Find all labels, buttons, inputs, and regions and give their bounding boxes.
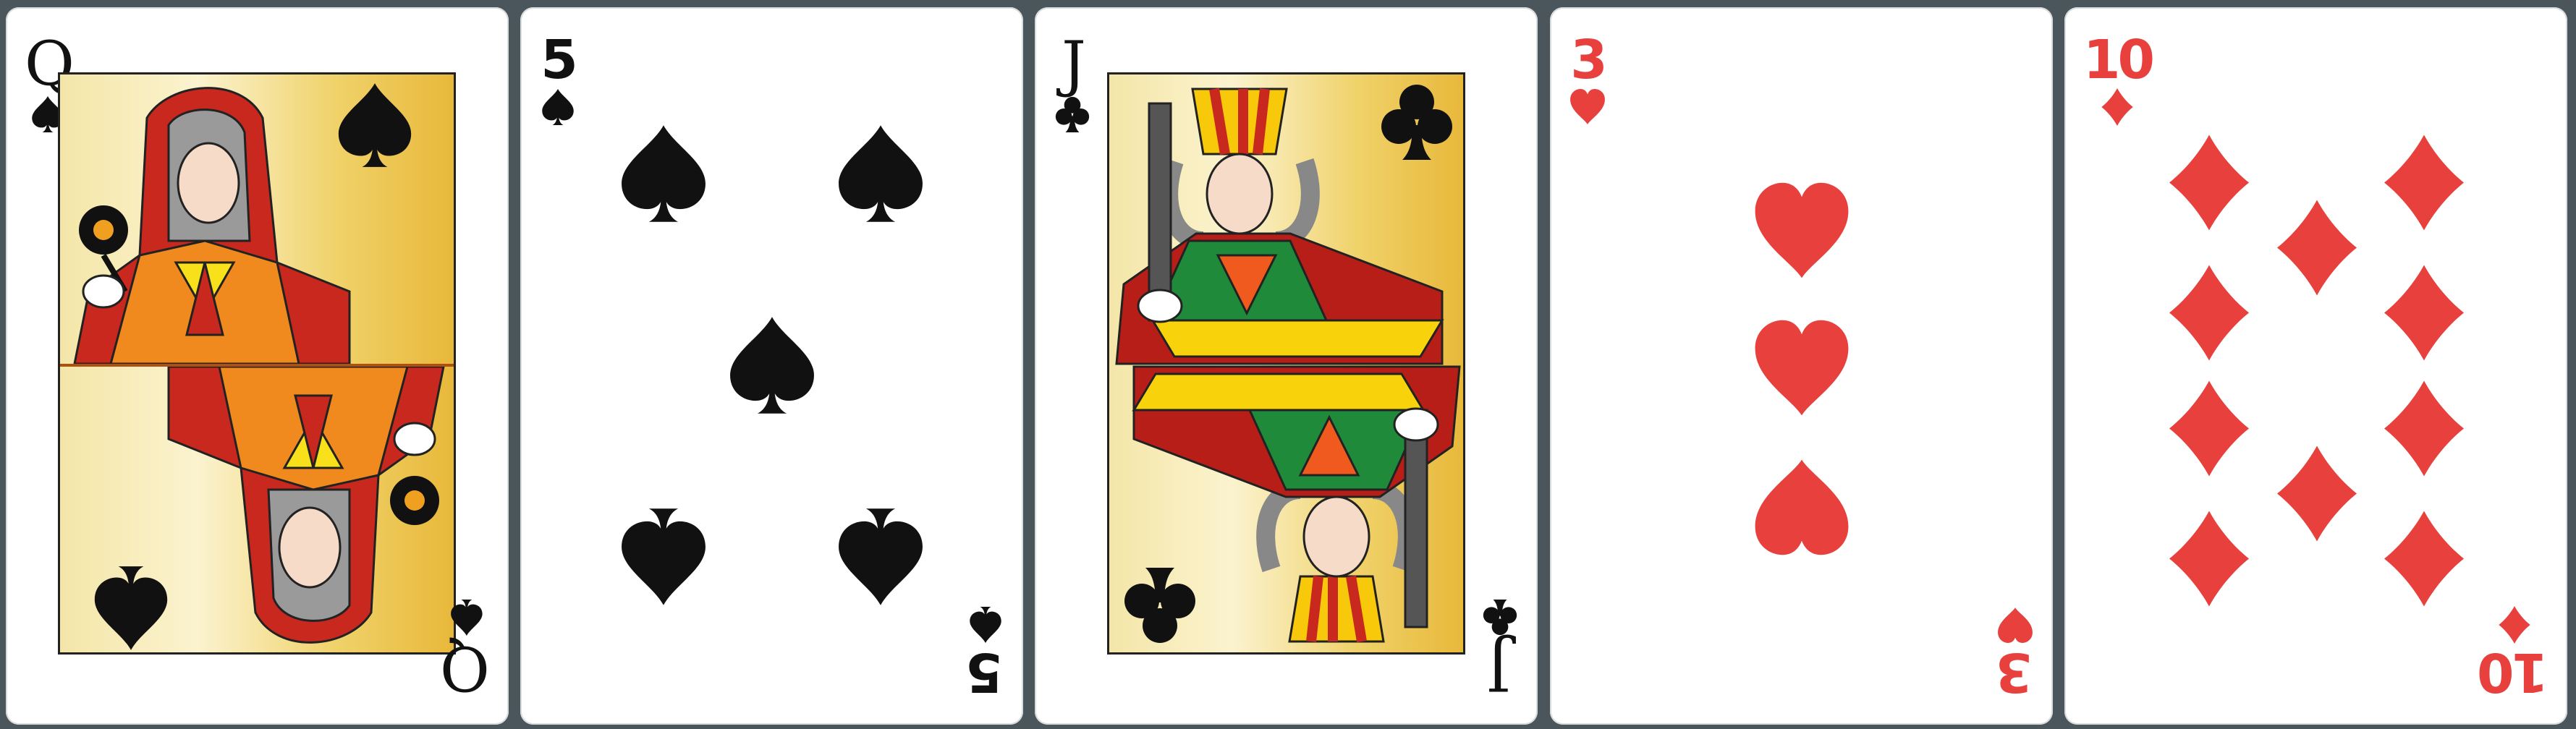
spade-icon xyxy=(726,315,818,416)
queen-figure-image xyxy=(60,74,454,655)
spade-icon xyxy=(339,83,411,167)
diamond-icon xyxy=(2169,264,2249,362)
card-corner-top: 5 xyxy=(539,29,578,126)
card-rank: J xyxy=(1489,633,1511,704)
jack-figure-image xyxy=(1115,74,1461,655)
card-rank: 5 xyxy=(968,641,1003,703)
spade-icon xyxy=(618,123,709,224)
card-corner-top: 10 xyxy=(2083,29,2155,126)
card-rank: J xyxy=(1062,28,1086,99)
card-rank: 3 xyxy=(1998,641,2033,703)
spade-icon xyxy=(835,506,926,608)
diamond-icon xyxy=(2169,510,2249,608)
heart-icon xyxy=(1569,88,1606,126)
club-icon xyxy=(1381,85,1452,160)
heart-icon xyxy=(1751,318,1852,419)
diamond-icon xyxy=(2277,199,2357,297)
diamond-icon xyxy=(2384,134,2464,231)
card-rank: Q xyxy=(443,633,490,704)
diamond-icon xyxy=(2384,510,2464,608)
diamond-icon xyxy=(2384,264,2464,362)
club-icon xyxy=(1054,95,1091,133)
card-jack-of-clubs[interactable]: J J xyxy=(1035,7,1538,725)
club-icon xyxy=(1481,599,1519,636)
card-corner-bottom: 5 xyxy=(967,606,1004,703)
diamond-icon xyxy=(2277,445,2357,542)
card-corner-bottom: Q xyxy=(443,599,490,704)
card-corner-bottom: 3 xyxy=(1996,606,2034,703)
heart-icon xyxy=(1751,456,1852,557)
diamond-icon xyxy=(2169,134,2249,231)
spade-icon xyxy=(618,506,709,608)
spade-icon xyxy=(967,606,1004,644)
queen-court-artwork xyxy=(58,72,456,655)
diamond-icon xyxy=(2496,606,2533,644)
diamond-icon xyxy=(2098,88,2136,126)
card-rank: 5 xyxy=(541,29,577,91)
heart-icon xyxy=(1996,606,2034,644)
spade-icon xyxy=(448,599,486,636)
card-queen-of-spades[interactable]: Q Q xyxy=(6,7,509,725)
jack-court-artwork xyxy=(1107,72,1465,655)
card-corner-bottom: J xyxy=(1481,599,1519,704)
diamond-icon xyxy=(2384,380,2464,477)
card-rank: 10 xyxy=(2083,29,2155,91)
diamond-icon xyxy=(2169,380,2249,477)
card-five-of-spades[interactable]: 5 5 xyxy=(520,7,1023,725)
card-three-of-hearts[interactable]: 3 3 xyxy=(1550,7,2053,725)
card-corner-bottom: 10 xyxy=(2480,606,2549,703)
card-ten-of-diamonds[interactable]: 10 10 xyxy=(2064,7,2567,725)
heart-icon xyxy=(1751,181,1852,282)
card-corner-top: 3 xyxy=(1569,29,1608,126)
card-corner-top: J xyxy=(1054,33,1091,133)
card-rank: 10 xyxy=(2480,641,2549,703)
spade-icon xyxy=(539,88,577,126)
spade-icon xyxy=(835,123,926,224)
card-rank: 3 xyxy=(1570,29,1607,91)
